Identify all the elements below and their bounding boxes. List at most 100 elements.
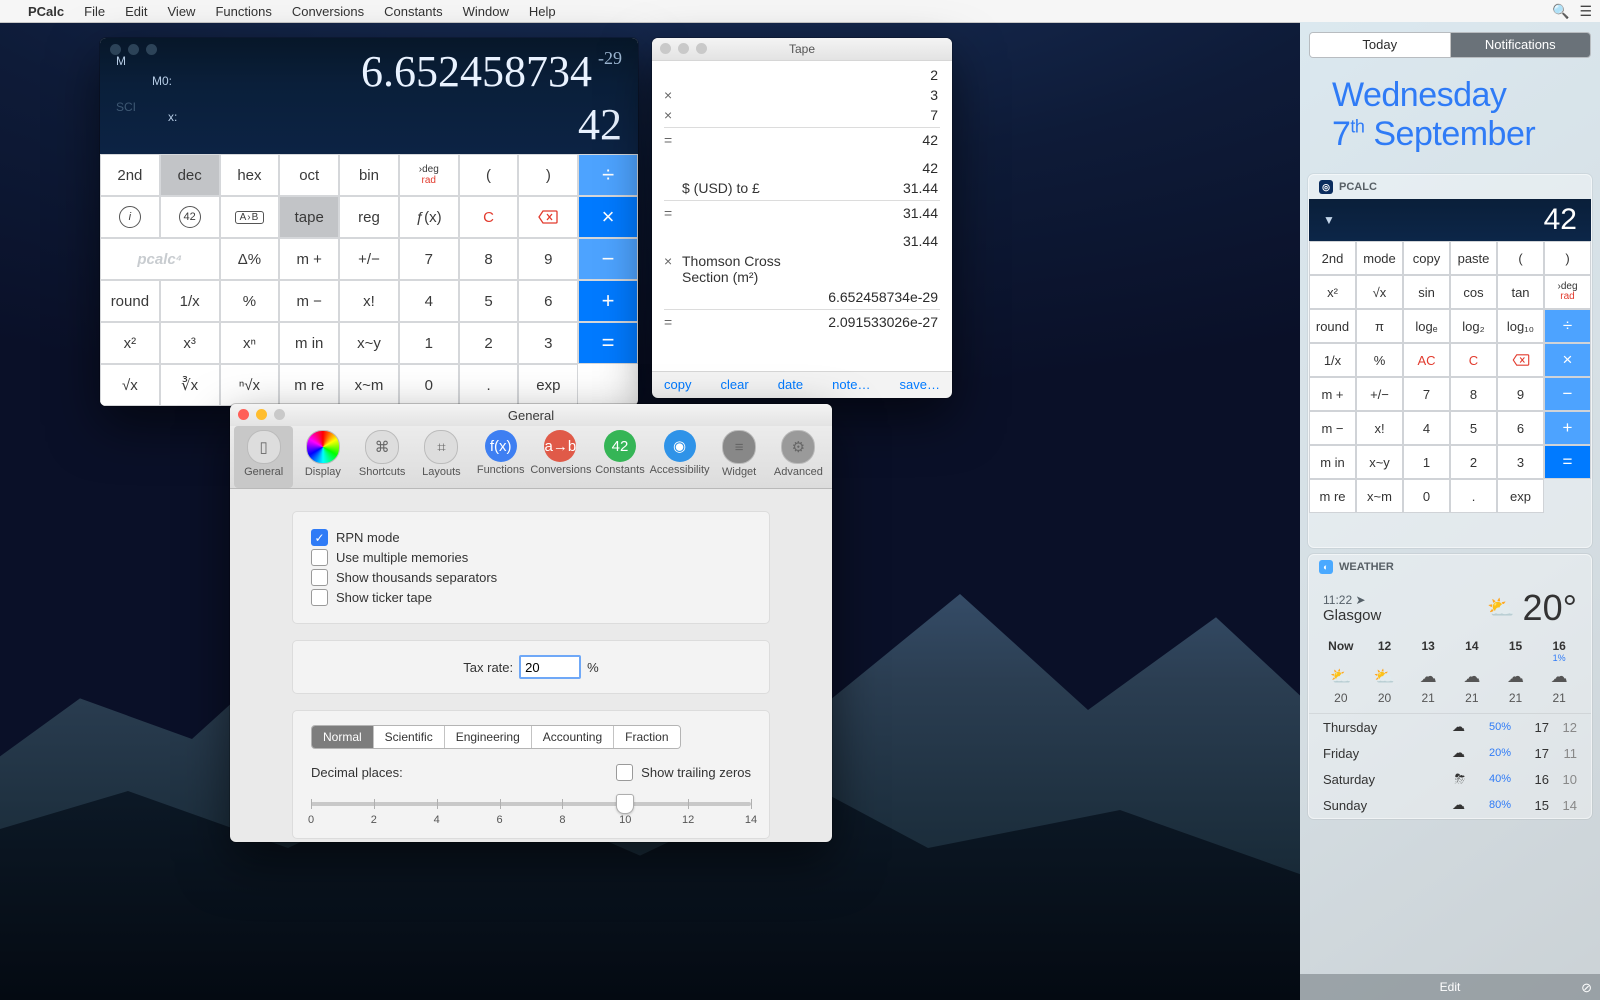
wkey-[interactable]: % xyxy=(1356,343,1403,377)
wkey-8[interactable]: 8 xyxy=(1450,377,1497,411)
menu-help[interactable]: Help xyxy=(519,4,566,19)
wkey-x[interactable]: x² xyxy=(1309,275,1356,309)
key-7[interactable]: 7 xyxy=(399,238,459,280)
wkey-[interactable]: + xyxy=(1544,411,1591,445)
wkey-7[interactable]: 7 xyxy=(1403,377,1450,411)
key-5[interactable]: 5 xyxy=(459,280,519,322)
mode-fraction[interactable]: Fraction xyxy=(614,726,679,748)
prefs-tab-conversions[interactable]: a→bConversions xyxy=(530,426,590,488)
nc-edit-button[interactable]: Edit xyxy=(1300,974,1600,1000)
wkey-1[interactable]: 1 xyxy=(1403,445,1450,479)
wkey-[interactable]: ÷ xyxy=(1544,309,1591,343)
key-[interactable]: = xyxy=(578,322,638,364)
wkey-[interactable]: ( xyxy=(1497,241,1544,275)
key-bin[interactable]: bin xyxy=(339,154,399,196)
key-x[interactable]: xⁿ xyxy=(220,322,280,364)
prefs-tab-layouts[interactable]: ⌗Layouts xyxy=(412,426,471,488)
tape-save[interactable]: save… xyxy=(900,377,940,392)
key-min[interactable]: m in xyxy=(279,322,339,364)
prefs-tab-advanced[interactable]: ⚙Advanced xyxy=(769,426,828,488)
wkey-2nd[interactable]: 2nd xyxy=(1309,241,1356,275)
wkey-xy[interactable]: x~y xyxy=(1356,445,1403,479)
wkey-[interactable]: − xyxy=(1544,377,1591,411)
key-xm[interactable]: x~m xyxy=(339,364,399,406)
key-oct[interactable]: oct xyxy=(279,154,339,196)
key-c[interactable]: C xyxy=(459,196,519,238)
wkey-sin[interactable]: sin xyxy=(1403,275,1450,309)
wkey-xm[interactable]: x~m xyxy=(1356,479,1403,513)
key-[interactable]: . xyxy=(459,364,519,406)
wkey-log[interactable]: log₂ xyxy=(1450,309,1497,343)
mode-engineering[interactable]: Engineering xyxy=(445,726,532,748)
key-6[interactable]: 6 xyxy=(518,280,578,322)
key-[interactable]: ) xyxy=(518,154,578,196)
nc-settings-icon[interactable]: ⊘ xyxy=(1581,980,1592,996)
trailing-zeros-checkbox[interactable] xyxy=(616,764,633,781)
key-2[interactable]: 2 xyxy=(459,322,519,364)
key-m[interactable]: m + xyxy=(279,238,339,280)
key-hex[interactable]: hex xyxy=(220,154,280,196)
key-8[interactable]: 8 xyxy=(459,238,519,280)
key-x[interactable]: ∛x xyxy=(160,364,220,406)
key-1x[interactable]: 1/x xyxy=(160,280,220,322)
wkey-mre[interactable]: m re xyxy=(1309,479,1356,513)
menu-constants[interactable]: Constants xyxy=(374,4,453,19)
key-round[interactable]: round xyxy=(100,280,160,322)
wkey-min[interactable]: m in xyxy=(1309,445,1356,479)
key-42[interactable]: 42 xyxy=(160,196,220,238)
key-x[interactable]: √x xyxy=(100,364,160,406)
prefs-tab-widget[interactable]: ≡Widget xyxy=(710,426,769,488)
tax-input[interactable] xyxy=(519,655,581,679)
key-x[interactable]: x³ xyxy=(160,322,220,364)
menu-conversions[interactable]: Conversions xyxy=(282,4,374,19)
wkey-ac[interactable]: AC xyxy=(1403,343,1450,377)
key-9[interactable]: 9 xyxy=(518,238,578,280)
key-x[interactable]: x! xyxy=(339,280,399,322)
key-[interactable]: ( xyxy=(459,154,519,196)
key-degrad[interactable]: ›degrad xyxy=(399,154,459,196)
wkey-6[interactable]: 6 xyxy=(1497,411,1544,445)
key-xy[interactable]: x~y xyxy=(339,322,399,364)
wkey-0[interactable]: 0 xyxy=(1403,479,1450,513)
key-dec[interactable]: dec xyxy=(160,154,220,196)
key-[interactable]: Δ% xyxy=(220,238,280,280)
wkey-log[interactable]: logₑ xyxy=(1403,309,1450,343)
menu-functions[interactable]: Functions xyxy=(205,4,281,19)
checkbox[interactable]: ✓ xyxy=(311,529,328,546)
wkey-3[interactable]: 3 xyxy=(1497,445,1544,479)
key-[interactable]: % xyxy=(220,280,280,322)
window-controls[interactable] xyxy=(238,409,285,420)
wkey-copy[interactable]: copy xyxy=(1403,241,1450,275)
key-[interactable]: ÷ xyxy=(578,154,638,196)
key-[interactable]: − xyxy=(578,238,638,280)
spotlight-icon[interactable]: 🔍 xyxy=(1552,3,1569,20)
menu-app[interactable]: PCalc xyxy=(18,4,74,19)
window-controls[interactable] xyxy=(660,43,707,54)
wkey-[interactable] xyxy=(1497,343,1544,377)
checkbox[interactable] xyxy=(311,569,328,586)
wkey-cos[interactable]: cos xyxy=(1450,275,1497,309)
mode-accounting[interactable]: Accounting xyxy=(532,726,614,748)
menu-file[interactable]: File xyxy=(74,4,115,19)
wkey-1x[interactable]: 1/x xyxy=(1309,343,1356,377)
wkey-degrad[interactable]: ›degrad xyxy=(1544,275,1591,309)
key-[interactable] xyxy=(518,196,578,238)
wkey-[interactable]: = xyxy=(1544,445,1591,479)
tape-copy[interactable]: copy xyxy=(664,377,691,392)
wkey-tan[interactable]: tan xyxy=(1497,275,1544,309)
mode-normal[interactable]: Normal xyxy=(312,726,374,748)
menu-edit[interactable]: Edit xyxy=(115,4,157,19)
chevron-down-icon[interactable]: ▼ xyxy=(1323,213,1335,227)
prefs-tab-accessibility[interactable]: ◉Accessibility xyxy=(650,426,710,488)
key-reg[interactable]: reg xyxy=(339,196,399,238)
wkey-2[interactable]: 2 xyxy=(1450,445,1497,479)
prefs-tab-functions[interactable]: f(x)Functions xyxy=(471,426,530,488)
key-[interactable]: + xyxy=(578,280,638,322)
wkey-[interactable]: ) xyxy=(1544,241,1591,275)
key-mre[interactable]: m re xyxy=(279,364,339,406)
mode-scientific[interactable]: Scientific xyxy=(374,726,445,748)
key-1[interactable]: 1 xyxy=(399,322,459,364)
wkey-[interactable]: +/− xyxy=(1356,377,1403,411)
wkey-[interactable]: . xyxy=(1450,479,1497,513)
tab-notifications[interactable]: Notifications xyxy=(1451,33,1591,57)
